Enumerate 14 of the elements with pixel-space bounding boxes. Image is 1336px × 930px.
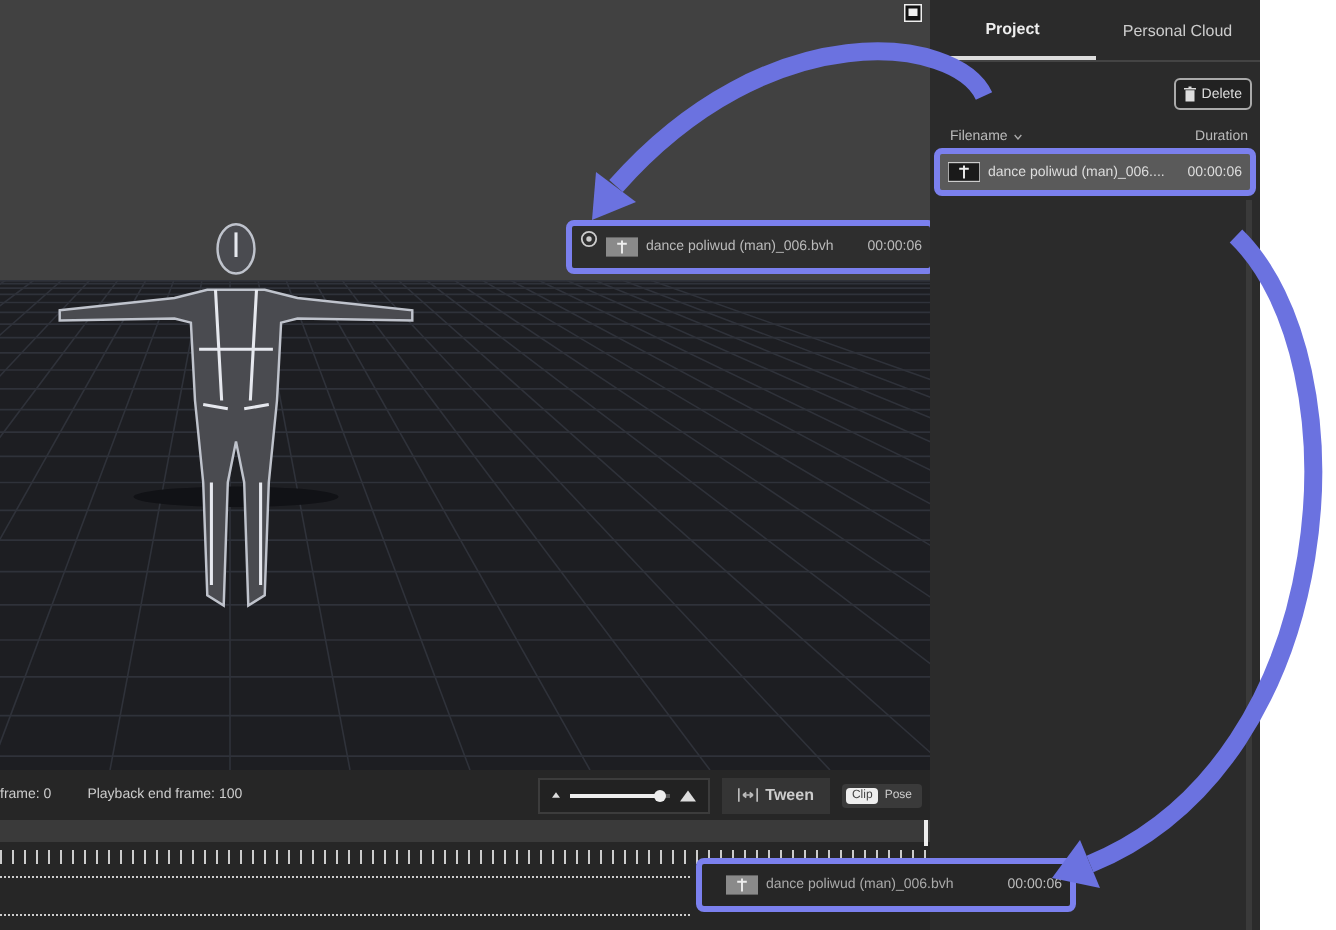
panel-tab[interactable]: Project (930, 0, 1095, 60)
tween-icon (737, 788, 758, 802)
tween-button[interactable]: Tween (721, 777, 830, 813)
clip-thumbnail-icon (726, 874, 758, 896)
panel-tab[interactable]: Personal Cloud (1095, 0, 1260, 60)
trash-icon (1183, 86, 1196, 102)
slider-thumb[interactable] (653, 789, 666, 801)
clip-thumbnail-icon (606, 236, 638, 258)
sort-caret-icon[interactable] (1013, 134, 1022, 140)
window-icon[interactable] (904, 4, 922, 22)
small-triangle-icon (551, 792, 560, 798)
file-thumbnail-icon (948, 162, 980, 182)
add-circle-icon[interactable] (580, 230, 598, 248)
large-triangle-icon (679, 789, 696, 801)
